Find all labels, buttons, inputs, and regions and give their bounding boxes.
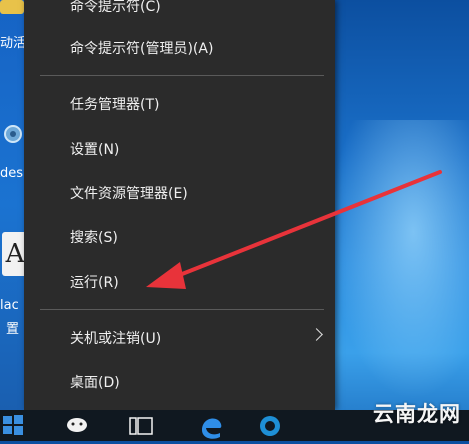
start-windows-icon[interactable]: [2, 414, 24, 440]
task-view-icon[interactable]: [128, 416, 154, 440]
edge-browser-icon[interactable]: [198, 414, 224, 444]
cortana-icon[interactable]: [66, 416, 88, 438]
watermark-text: 云南龙网: [373, 402, 461, 426]
app-circle-icon[interactable]: [258, 414, 282, 442]
annotation-arrow-icon: [146, 170, 442, 289]
